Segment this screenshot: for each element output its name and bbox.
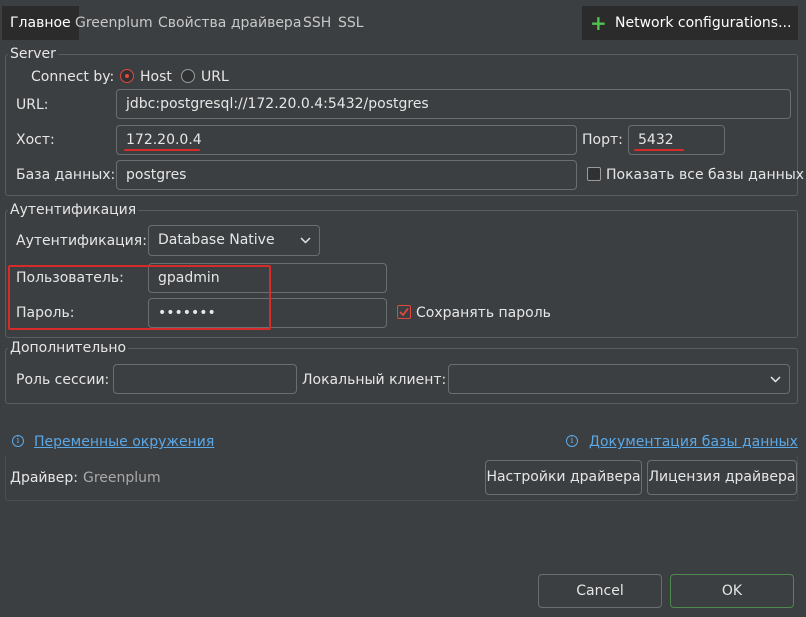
show-all-databases-label[interactable]: Показать все базы данных [606,166,804,184]
port-annotation-underline [634,149,684,151]
info-icon: i [566,435,578,447]
tab-ssl[interactable]: SSL [338,6,364,40]
tab-main[interactable]: Главное [2,6,79,40]
server-legend: Server [8,46,58,62]
connect-by-host-radio[interactable] [120,69,134,83]
auth-method-select[interactable]: Database Native [148,225,320,256]
connect-by-url-radio[interactable] [181,69,195,83]
driver-label: Драйвер: [10,470,78,486]
save-password-label[interactable]: Сохранять пароль [416,304,551,322]
network-configurations-label: Network configurations... [615,15,792,31]
ok-button[interactable]: OK [670,574,794,608]
checkmark-icon [399,307,409,317]
local-client-select[interactable] [448,364,790,394]
connect-by-url-label[interactable]: URL [201,68,229,86]
url-field[interactable]: jdbc:postgresql://172.20.0.4:5432/postgr… [116,89,791,119]
session-role-field[interactable] [113,364,297,394]
auth-method-label: Аутентификация: [16,233,147,249]
advanced-legend: Дополнительно [8,340,129,356]
save-password-checkbox[interactable] [397,305,411,319]
tab-greenplum[interactable]: Greenplum [75,6,153,40]
show-all-databases-checkbox[interactable] [587,167,601,181]
tab-driver-properties[interactable]: Свойства драйвера [158,6,301,40]
chevron-down-icon [770,376,781,383]
driver-name: Greenplum [83,470,161,486]
network-configurations-button[interactable]: + Network configurations... [582,6,798,40]
tab-ssh[interactable]: SSH [303,6,331,40]
port-label: Порт: [582,132,623,148]
driver-license-button[interactable]: Лицензия драйвера [647,460,797,495]
session-role-label: Роль сессии: [16,372,110,388]
host-annotation-underline [124,149,200,151]
auth-legend: Аутентификация [8,202,139,218]
cancel-button[interactable]: Cancel [538,574,662,608]
info-icon: i [12,435,24,447]
host-label: Хост: [16,132,55,148]
driver-settings-button[interactable]: Настройки драйвера [485,460,642,495]
local-client-label: Локальный клиент: [302,372,447,388]
connect-by-host-label[interactable]: Host [140,68,172,86]
tab-bar: Главное Greenplum Свойства драйвера SSH … [0,6,806,40]
credentials-annotation-box [8,265,271,330]
connect-by-label: Connect by: [31,69,115,85]
database-label: База данных: [16,167,116,183]
database-field[interactable]: postgres [116,160,577,190]
chevron-down-icon [300,237,311,244]
plus-icon: + [590,11,607,35]
db-docs-link[interactable]: Документация базы данных [589,433,798,451]
auth-method-value: Database Native [158,232,275,248]
env-vars-link[interactable]: Переменные окружения [34,433,214,451]
url-label: URL: [16,97,49,113]
